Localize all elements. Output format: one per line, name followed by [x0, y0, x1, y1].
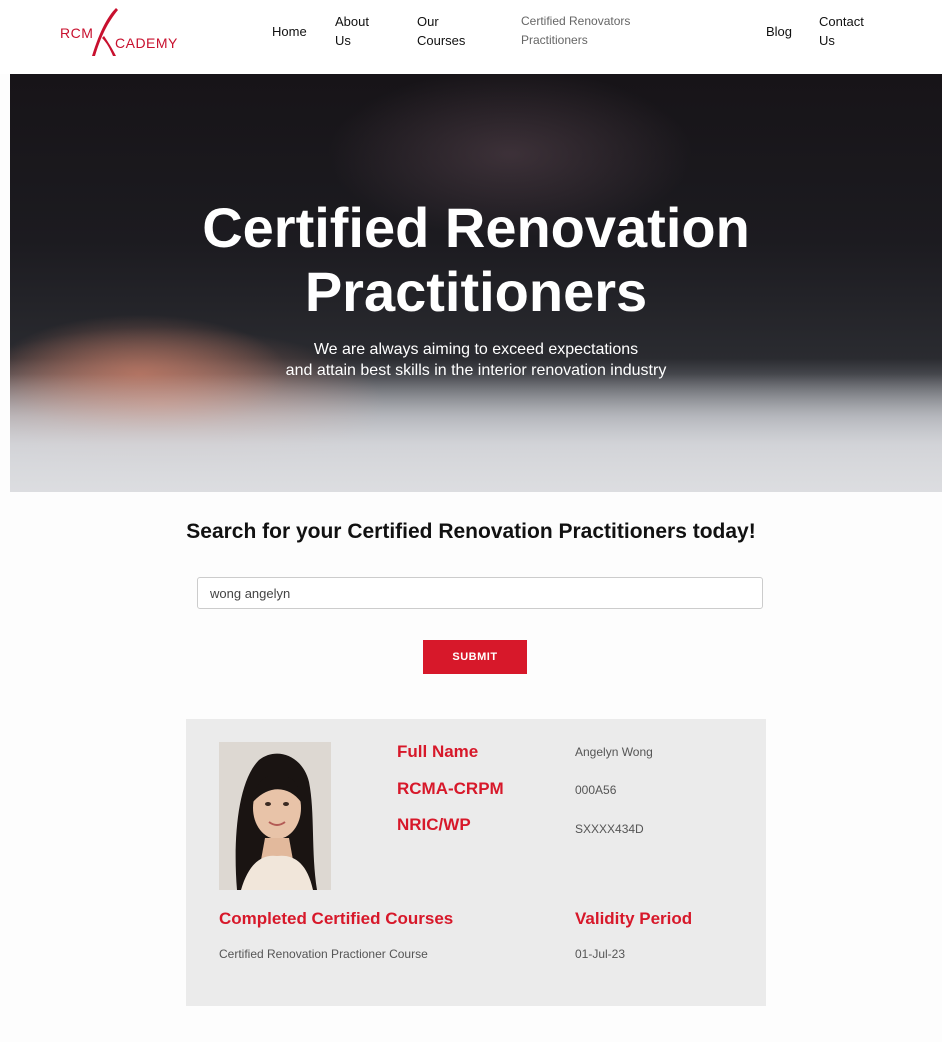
nav-courses-label-2: Courses [417, 33, 466, 48]
nav-our-courses[interactable]: Our Courses [417, 12, 465, 50]
hero-subtitle-line2: and attain best skills in the interior r… [285, 362, 667, 379]
hero-subtitle-line1: We are always aiming to exceed expectati… [313, 341, 639, 358]
nav-home-label: Home [272, 24, 307, 39]
validity-period-value: 01-Jul-23 [575, 947, 626, 961]
rcm-academy-logo[interactable]: RCM CADEMY [58, 6, 193, 64]
nav-blog-label: Blog [766, 24, 793, 39]
site-header: RCM CADEMY Home About Us Our Courses Cer… [0, 0, 942, 74]
nav-about-label-2: Us [335, 33, 351, 48]
nav-certified-renovators[interactable]: Certified Renovators Practitioners [521, 12, 630, 50]
profile-photo-image [219, 742, 331, 890]
full-name-value: Angelyn Wong [575, 745, 653, 759]
nric-label: NRIC/WP [397, 815, 471, 834]
validity-period-label: Validity Period [575, 909, 693, 928]
hero-banner: Certified Renovation Practitioners We ar… [10, 74, 942, 492]
nav-contact-us[interactable]: Contact Us [819, 12, 864, 50]
full-name-label: Full Name [397, 742, 479, 761]
id-value: 000A56 [575, 783, 617, 797]
nav-courses-label: Our [417, 14, 439, 29]
logo-text-rcm: RCM [60, 25, 94, 41]
id-label: RCMA-CRPM [397, 779, 504, 798]
result-card: Full Name Angelyn Wong RCMA-CRPM 000A56 … [186, 719, 766, 1006]
nav-about-us[interactable]: About Us [335, 12, 369, 50]
search-heading: Search for your Certified Renovation Pra… [186, 520, 756, 543]
nav-about-label: About [335, 14, 369, 29]
nav-home[interactable]: Home [272, 22, 307, 41]
search-input[interactable] [197, 577, 763, 609]
nav-blog[interactable]: Blog [766, 22, 792, 41]
submit-button[interactable]: SUBMIT [423, 640, 527, 674]
completed-course-value: Certified Renovation Practioner Course [219, 947, 428, 961]
hero-title-line1: Certified Renovation [202, 196, 750, 259]
nric-value: SXXXX434D [575, 822, 644, 836]
nav-crp-label-2: Practitioners [521, 33, 588, 47]
profile-photo [219, 742, 331, 890]
logo-text-academy: CADEMY [115, 35, 178, 51]
hero-background-paper [10, 374, 942, 492]
completed-courses-label: Completed Certified Courses [219, 909, 454, 928]
nav-crp-label: Certified Renovators [521, 14, 631, 28]
hero-subtitle: We are always aiming to exceed expectati… [10, 339, 942, 381]
nav-contact-label-2: Us [819, 33, 835, 48]
hero-title: Certified Renovation Practitioners [10, 196, 942, 324]
hero-title-line2: Practitioners [304, 260, 648, 323]
nav-contact-label: Contact [819, 14, 864, 29]
